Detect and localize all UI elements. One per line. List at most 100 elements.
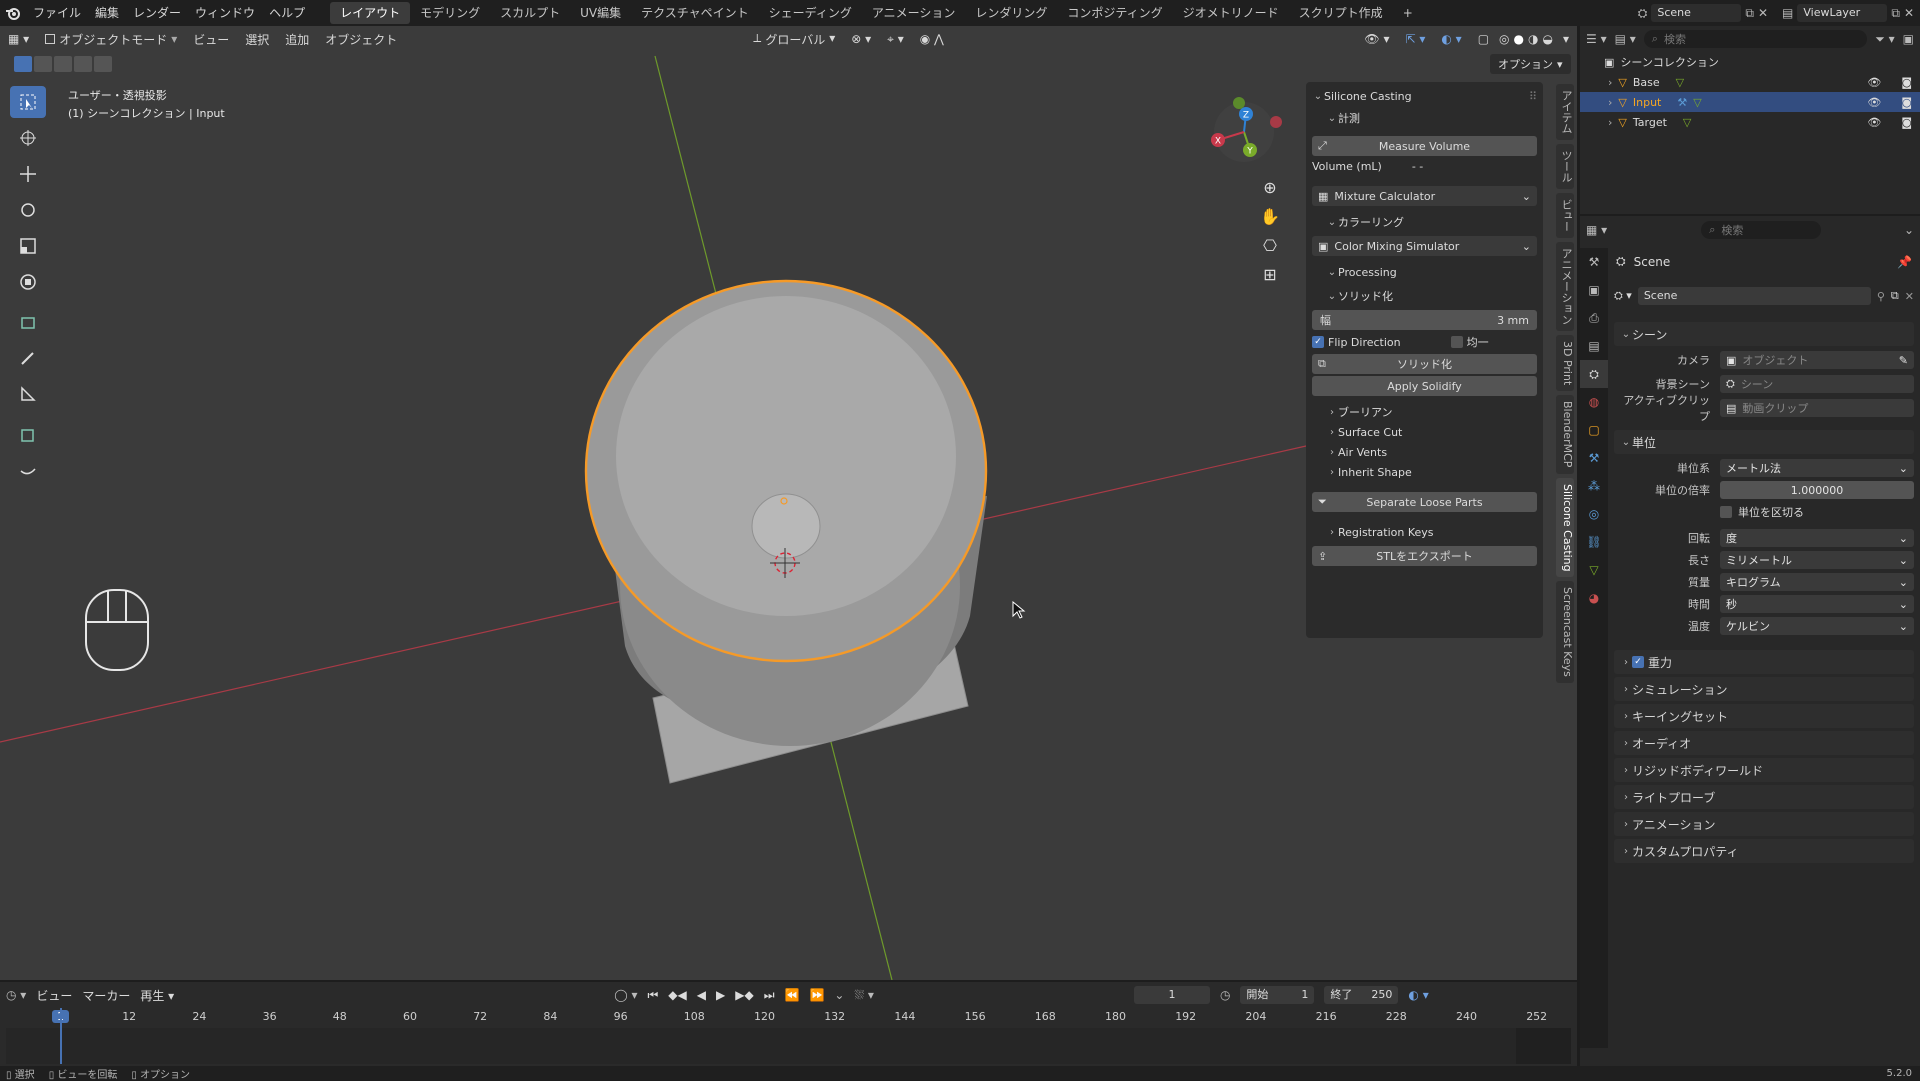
subpanel-boolean[interactable]: › ブーリアン [1326, 402, 1537, 422]
zoom-icon[interactable]: ⊕ [1263, 178, 1276, 197]
physics-tab-icon[interactable]: ◎ [1580, 500, 1608, 528]
next-frame-icon[interactable]: ⏩ [809, 988, 824, 1002]
select-extend-icon[interactable] [34, 56, 52, 72]
subpanel-air-vents[interactable]: › Air Vents [1326, 442, 1537, 462]
scene-selector[interactable]: Scene [1651, 4, 1742, 22]
tab-rendering[interactable]: レンダリング [965, 2, 1057, 24]
select-new-icon[interactable] [14, 56, 32, 72]
object-menu[interactable]: オブジェクト [317, 31, 405, 48]
playhead[interactable] [60, 1008, 62, 1064]
gravity-checkbox[interactable]: ✓ [1632, 656, 1644, 668]
rigid-body-panel-header[interactable]: › リジッドボディワールド [1614, 758, 1914, 782]
outliner-item-base[interactable]: › ▽ Base ▽ 👁 ◙ [1580, 72, 1920, 92]
outliner-search[interactable]: ⌕ 検索 [1643, 30, 1868, 48]
play-icon[interactable]: ▶ [716, 988, 725, 1002]
pan-hand-icon[interactable]: ✋ [1260, 207, 1280, 226]
constraints-tab-icon[interactable]: ⛓ [1580, 528, 1608, 556]
measure-volume-button[interactable]: ⤢ Measure Volume [1312, 136, 1537, 156]
perspective-grid-icon[interactable]: ⊞ [1263, 265, 1276, 284]
filter-icon[interactable]: ⏷ ▾ [1875, 32, 1894, 47]
shading-wireframe-icon[interactable]: ◎ [1497, 32, 1511, 46]
apply-solidify-button[interactable]: Apply Solidify [1312, 376, 1537, 396]
prev-keyframe-icon[interactable]: ◆◀ [668, 988, 686, 1002]
end-frame-field[interactable]: 終了 250 [1324, 986, 1399, 1004]
subpanel-processing[interactable]: ⌄ Processing [1326, 262, 1537, 282]
annotate-pen-icon[interactable] [10, 342, 46, 374]
menu-edit[interactable]: 編集 [88, 0, 126, 26]
tab-3d-print[interactable]: 3D Print [1556, 335, 1574, 392]
tab-modeling[interactable]: モデリング [410, 2, 490, 24]
duplicate-icon[interactable]: ⧉ [1891, 289, 1899, 303]
eyedropper-icon[interactable]: ✎ [1899, 354, 1908, 367]
start-frame-field[interactable]: 開始 1 [1240, 986, 1315, 1004]
bg-scene-field[interactable]: ⛭ シーン [1720, 375, 1914, 393]
mode-selector[interactable]: オブジェクトモード ▾ [37, 31, 185, 48]
blender-logo-icon[interactable] [0, 6, 26, 20]
frame-ruler[interactable]: 1122436486072849610812013214415616818019… [0, 1008, 1577, 1028]
solidify-button[interactable]: ⧉ ソリッド化 [1312, 354, 1537, 374]
modifier-tab-icon[interactable]: ⚒ [1580, 444, 1608, 472]
subpanel-coloring[interactable]: ⌄ カラーリング [1326, 212, 1537, 232]
particles-tab-icon[interactable]: ⁂ [1580, 472, 1608, 500]
camera-icon[interactable]: ◙ [1901, 96, 1912, 109]
new-collection-icon[interactable]: ▣ [1903, 32, 1914, 46]
transform-tool-icon[interactable] [10, 266, 46, 298]
timeline-overlay-icon[interactable]: ◐ ▾ [1408, 988, 1428, 1002]
custom-props-panel-header[interactable]: › カスタムプロパティ [1614, 839, 1914, 863]
tab-screencast-keys[interactable]: Screencast Keys [1556, 581, 1574, 684]
tab-animation-side[interactable]: アニメーション [1556, 242, 1574, 331]
overlay-icon[interactable]: ◐ ▾ [1433, 32, 1469, 46]
time-dropdown[interactable]: 秒 ⌄ [1720, 595, 1914, 613]
rotate-tool-icon[interactable] [10, 194, 46, 226]
move-tool-icon[interactable] [10, 158, 46, 190]
tab-view[interactable]: ビュー [1556, 193, 1574, 238]
simulation-panel-header[interactable]: › シミュレーション [1614, 677, 1914, 701]
menu-file[interactable]: ファイル [26, 0, 88, 26]
subpanel-inherit-shape[interactable]: › Inherit Shape [1326, 462, 1537, 482]
annotate-tool-icon[interactable] [10, 306, 46, 338]
audio-panel-header[interactable]: › オーディオ [1614, 731, 1914, 755]
tab-geometry-nodes[interactable]: ジオメトリノード [1173, 2, 1289, 24]
view-layer-icon[interactable]: ▤ [1782, 6, 1793, 20]
chevron-down-icon[interactable]: ⌄ [1904, 223, 1914, 237]
select-intersect-icon[interactable] [94, 56, 112, 72]
render-tab-icon[interactable]: ▣ [1580, 276, 1608, 304]
close-icon[interactable]: ✕ [1758, 6, 1768, 20]
data-tab-icon[interactable]: ▽ [1580, 556, 1608, 584]
tab-uv-editing[interactable]: UV編集 [570, 2, 631, 24]
panel-header[interactable]: ⌄ Silicone Casting ⠿ [1312, 86, 1537, 106]
gizmo-icon[interactable]: ⇱ ▾ [1397, 32, 1433, 46]
timeline-view-menu[interactable]: ビュー [36, 987, 72, 1004]
view-menu[interactable]: ビュー [185, 31, 237, 48]
add-cube-tool-icon[interactable] [10, 418, 46, 450]
tab-scripting[interactable]: スクリプト作成 [1289, 2, 1393, 24]
flip-direction-checkbox[interactable]: ✓ [1312, 336, 1324, 348]
camera-view-icon[interactable]: ⎔ [1263, 236, 1277, 255]
camera-icon[interactable]: ◙ [1901, 116, 1912, 129]
temperature-dropdown[interactable]: ケルビン ⌄ [1720, 617, 1914, 635]
light-probes-panel-header[interactable]: › ライトプローブ [1614, 785, 1914, 809]
tab-silicone-casting[interactable]: Silicone Casting [1556, 477, 1574, 578]
gravity-panel-header[interactable]: › ✓ 重力 [1614, 650, 1914, 674]
view-layer-selector[interactable]: ViewLayer [1797, 4, 1888, 22]
length-dropdown[interactable]: ミリメートル ⌄ [1720, 551, 1914, 569]
select-menu[interactable]: 選択 [237, 31, 277, 48]
tab-texture-paint[interactable]: テクスチャペイント [631, 2, 759, 24]
new-view-layer-icon[interactable]: ⧉ [1891, 6, 1900, 21]
scale-tool-icon[interactable] [10, 230, 46, 262]
view-layer-tab-icon[interactable]: ▤ [1580, 332, 1608, 360]
select-invert-icon[interactable] [74, 56, 92, 72]
separate-loose-parts-button[interactable]: ⏷ Separate Loose Parts [1312, 492, 1537, 512]
3d-viewport[interactable]: ▦ ▾ オブジェクトモード ▾ ビュー 選択 追加 オブジェクト ⟂ グローバル ▾ … [0, 26, 1577, 980]
timeline-editor-icon[interactable]: ◷ ▾ [6, 988, 26, 1002]
proportional-edit-icon[interactable]: ◉ ⋀ [912, 32, 952, 46]
tab-sculpting[interactable]: スカルプト [490, 2, 570, 24]
play-reverse-icon[interactable]: ◀ [697, 988, 706, 1002]
rotation-dropdown[interactable]: 度 ⌄ [1720, 529, 1914, 547]
scene-collection-row[interactable]: ▣ シーンコレクション [1580, 52, 1920, 72]
scene-browse-icon[interactable]: ⛭ ▾ [1614, 289, 1632, 303]
options-dropdown[interactable]: オプション ▾ [1490, 54, 1571, 74]
visibility-icon[interactable]: 👁 ▾ [1356, 32, 1397, 46]
transform-orientation[interactable]: ⟂ グローバル ▾ [745, 31, 843, 48]
expand-icon[interactable]: › [1608, 76, 1612, 89]
